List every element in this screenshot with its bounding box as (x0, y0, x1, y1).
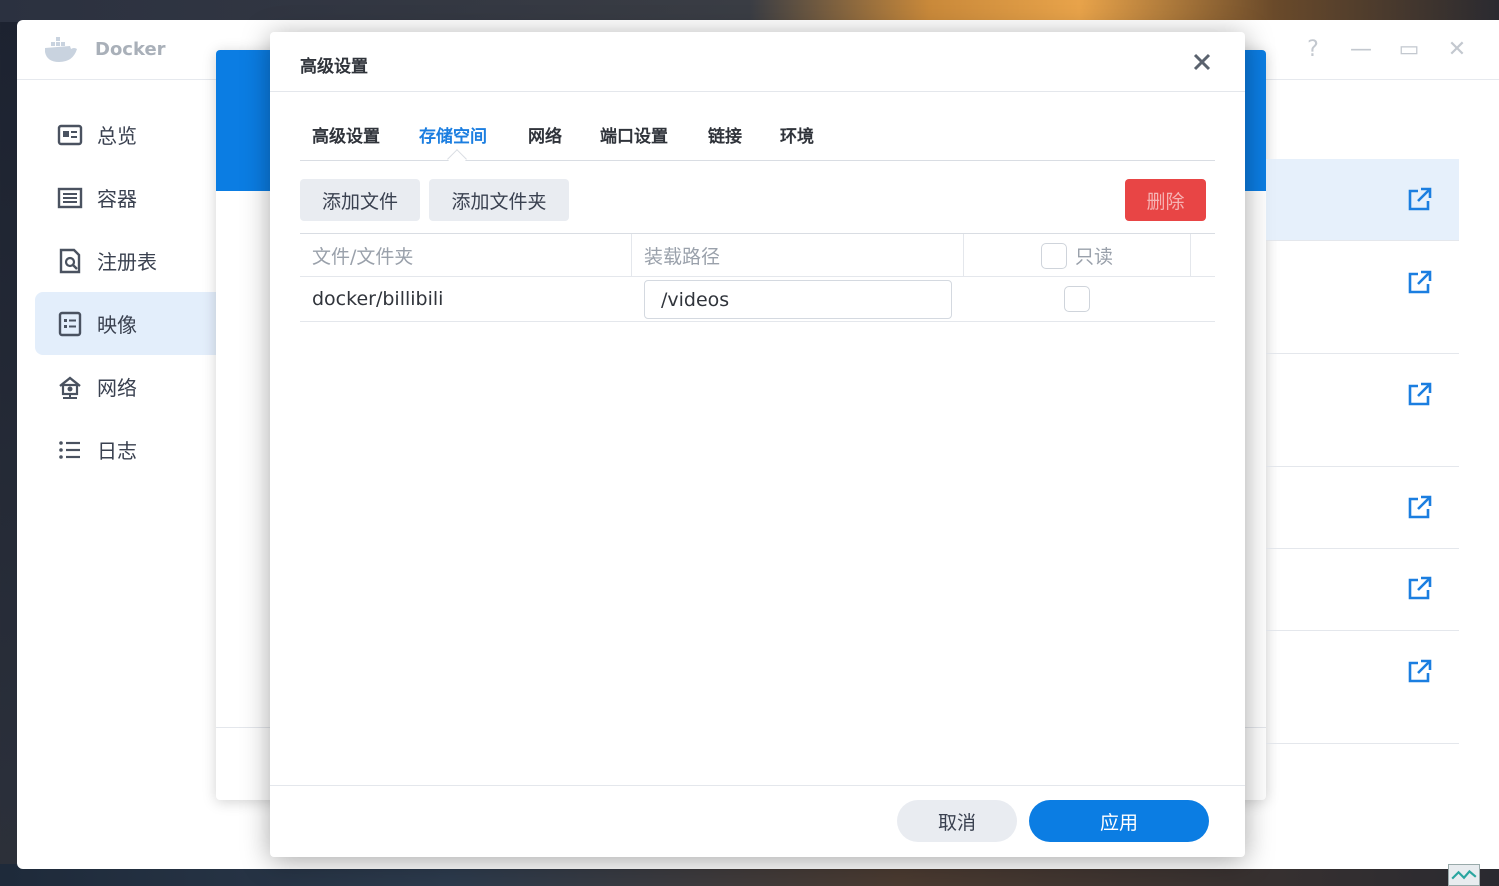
open-external-icon[interactable] (1407, 186, 1433, 212)
open-external-icon[interactable] (1407, 658, 1433, 684)
list-item[interactable] (1266, 549, 1459, 631)
overview-icon (57, 122, 83, 148)
sidebar-item-overview[interactable]: 总览 (35, 103, 235, 166)
column-header-readonly: 只读 (1075, 246, 1114, 268)
sidebar-item-log[interactable]: 日志 (35, 418, 235, 481)
tab-storage[interactable]: 存储空间 (419, 122, 487, 147)
image-icon (57, 311, 83, 337)
divider (270, 785, 1245, 786)
cancel-button[interactable]: 取消 (897, 800, 1017, 842)
desktop-wallpaper-top (0, 0, 1499, 22)
tab-network[interactable]: 网络 (528, 122, 562, 147)
apply-button[interactable]: 应用 (1029, 800, 1209, 842)
column-header-file: 文件/文件夹 (312, 246, 414, 268)
sidebar-item-registry[interactable]: 注册表 (35, 229, 235, 292)
open-external-icon[interactable] (1407, 269, 1433, 295)
sidebar-item-network[interactable]: 网络 (35, 355, 235, 418)
app-title: Docker (95, 39, 166, 60)
volume-table: 文件/文件夹 装载路径 只读 docker/billibili /videos (300, 233, 1215, 322)
log-icon (57, 437, 83, 463)
minimize-icon[interactable]: — (1347, 36, 1375, 64)
add-file-button[interactable]: 添加文件 (300, 179, 420, 221)
open-external-icon[interactable] (1407, 494, 1433, 520)
table-header: 文件/文件夹 装载路径 只读 (300, 233, 1215, 277)
docker-logo-icon (43, 36, 79, 64)
sidebar-item-label: 注册表 (97, 250, 157, 274)
advanced-settings-dialog: 高级设置 高级设置 存储空间 网络 端口设置 链接 环境 添加文件 添加文件夹 … (270, 32, 1245, 857)
open-external-icon[interactable] (1407, 575, 1433, 601)
sidebar-item-label: 映像 (97, 313, 137, 337)
sidebar-item-label: 容器 (97, 187, 137, 211)
sidebar: 总览 容器 注册表 映像 网络 日志 (35, 103, 247, 481)
dialog-title: 高级设置 (300, 57, 368, 77)
taskbar-app-icon[interactable] (1448, 864, 1480, 886)
tab-environment[interactable]: 环境 (780, 122, 814, 147)
column-header-mount-path: 装载路径 (644, 246, 721, 268)
tab-links[interactable]: 链接 (708, 122, 742, 147)
list-item[interactable] (1266, 631, 1459, 744)
column-separator (631, 234, 632, 277)
sidebar-item-label: 总览 (97, 124, 137, 148)
file-path-cell: docker/billibili (312, 288, 444, 310)
sidebar-item-label: 网络 (97, 376, 137, 400)
tab-port-settings[interactable]: 端口设置 (600, 122, 668, 147)
add-folder-button[interactable]: 添加文件夹 (429, 179, 569, 221)
registry-icon (57, 248, 83, 274)
table-row[interactable]: docker/billibili /videos (300, 277, 1215, 322)
mount-path-input[interactable]: /videos (644, 280, 952, 319)
tab-bar: 高级设置 存储空间 网络 端口设置 链接 环境 (300, 92, 1215, 169)
active-tab-indicator (447, 149, 467, 169)
list-item[interactable] (1266, 354, 1459, 467)
delete-button[interactable]: 删除 (1125, 179, 1206, 221)
sidebar-item-container[interactable]: 容器 (35, 166, 235, 229)
help-icon[interactable]: ? (1299, 36, 1327, 64)
readonly-checkbox[interactable] (1064, 286, 1090, 312)
close-window-icon[interactable]: ✕ (1443, 36, 1471, 64)
tab-advanced[interactable]: 高级设置 (312, 122, 380, 147)
container-icon (57, 185, 83, 211)
sidebar-item-label: 日志 (97, 439, 137, 463)
readonly-all-checkbox[interactable] (1041, 243, 1067, 269)
column-separator (963, 234, 964, 277)
list-item[interactable] (1266, 467, 1459, 549)
mount-path-value: /videos (661, 288, 730, 311)
network-icon (57, 374, 83, 400)
close-icon[interactable] (1190, 50, 1214, 74)
list-item[interactable] (1266, 241, 1459, 354)
list-item[interactable] (1266, 159, 1459, 241)
column-separator (1190, 234, 1191, 277)
open-external-icon[interactable] (1407, 381, 1433, 407)
maximize-icon[interactable]: ▭ (1395, 36, 1423, 64)
